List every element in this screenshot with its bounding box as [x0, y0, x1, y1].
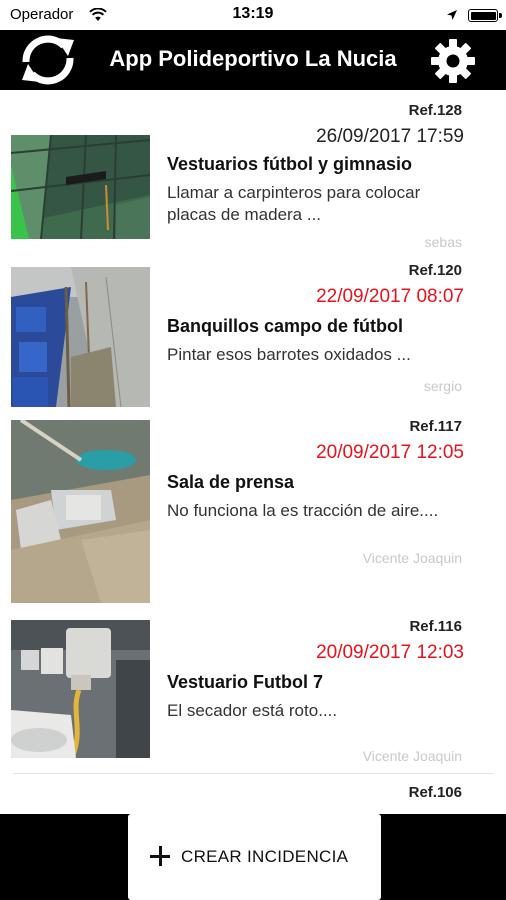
incident-date: 20/09/2017 12:03 — [316, 642, 464, 663]
ceiling-extractor-photo — [11, 420, 150, 603]
incident-item[interactable]: Ref.120 22/09/2017 08:07 Banquillos camp… — [0, 250, 506, 410]
incident-date: 20/09/2017 12:05 — [316, 442, 464, 463]
incident-author: Vicente Joaquin — [362, 550, 462, 566]
incident-item[interactable]: Ref.128 26/09/2017 17:59 Vestuarios fútb… — [0, 90, 506, 250]
incident-title: Vestuario Futbol 7 — [167, 672, 324, 692]
incident-author: sergio — [423, 378, 462, 394]
plus-icon — [150, 846, 170, 866]
incident-description: Pintar esos barrotes oxidados ... — [167, 345, 411, 364]
incident-title: Sala de prensa — [167, 472, 295, 492]
hand-dryer-photo — [11, 620, 150, 758]
incident-description: El secador está roto.... — [167, 701, 338, 720]
incident-author: Vicente Joaquin — [362, 748, 462, 764]
gear-icon[interactable] — [430, 38, 476, 84]
create-incident-label: CREAR INCIDENCIA — [181, 847, 349, 866]
incident-ref: Ref.116 — [409, 618, 462, 635]
incident-ref: Ref.128 — [408, 102, 462, 119]
incident-ref: Ref.106 — [408, 784, 462, 801]
wall-with-gap-photo — [11, 135, 150, 239]
incident-item[interactable]: Ref.116 20/09/2017 12:03 Vestuario Futbo… — [0, 610, 506, 770]
create-incident-button[interactable]: CREAR INCIDENCIA — [128, 814, 381, 900]
battery-icon — [468, 9, 502, 22]
incident-item[interactable]: Ref.117 20/09/2017 12:05 Sala de prensa … — [0, 410, 506, 610]
status-bar: Operador 13:19 — [0, 0, 506, 30]
incident-date: 26/09/2017 17:59 — [316, 126, 464, 147]
incident-item[interactable]: Ref.106 — [0, 774, 506, 814]
location-arrow-icon — [447, 10, 457, 20]
incident-description: Llamar a carpinteros para colocar placas… — [167, 183, 421, 224]
incident-list[interactable]: Ref.128 26/09/2017 17:59 Vestuarios fútb… — [0, 90, 506, 814]
bottom-bar: CREAR INCIDENCIA — [0, 814, 506, 900]
incident-date: 22/09/2017 08:07 — [316, 286, 464, 307]
incident-author: sebas — [424, 234, 462, 250]
clock: 13:19 — [232, 5, 274, 22]
incident-ref: Ref.117 — [409, 418, 462, 435]
app-header: App Polideportivo La Nucia — [0, 30, 506, 90]
incident-title: Banquillos campo de fútbol — [167, 316, 404, 336]
incident-title: Vestuarios fútbol y gimnasio — [167, 154, 413, 174]
incident-description: No funciona la es tracción de aire.... — [167, 501, 439, 520]
incident-ref: Ref.120 — [408, 262, 462, 279]
bench-seats-photo — [11, 267, 150, 407]
